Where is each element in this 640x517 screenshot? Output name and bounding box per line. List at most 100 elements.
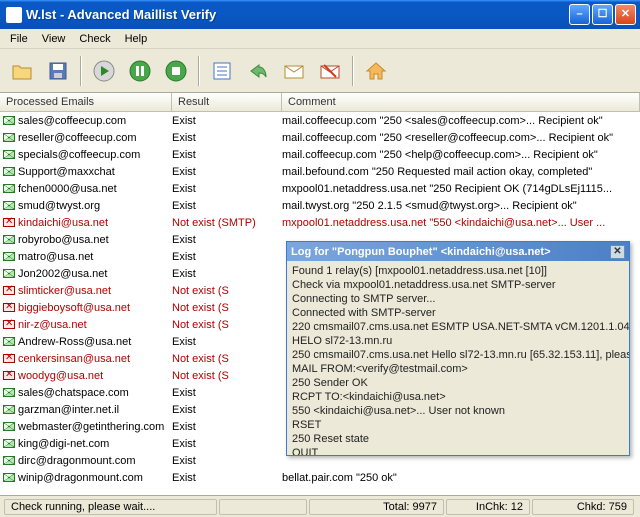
row-result: Exist	[172, 404, 282, 416]
table-row[interactable]: sales@coffeecup.comExistmail.coffeecup.c…	[0, 112, 640, 129]
row-result: Not exist (SMTP)	[172, 217, 282, 229]
menu-view[interactable]: View	[36, 31, 72, 47]
row-comment: mail.coffeecup.com "250 <sales@coffeecup…	[282, 115, 640, 127]
table-row[interactable]: reseller@coffeecup.comExistmail.coffeecu…	[0, 129, 640, 146]
log-line: Connected with SMTP-server	[292, 306, 624, 320]
window-title: W.lst - Advanced Maillist Verify	[26, 7, 569, 22]
envelope-ok-icon	[3, 388, 15, 397]
close-button[interactable]: ✕	[615, 4, 636, 25]
row-email: biggieboysoft@usa.net	[18, 302, 172, 314]
row-email: Support@maxxchat	[18, 166, 172, 178]
header-comment[interactable]: Comment	[282, 93, 640, 111]
row-result: Exist	[172, 268, 282, 280]
maximize-button[interactable]: ☐	[592, 4, 613, 25]
envelope-ok-icon	[3, 116, 15, 125]
play-button[interactable]	[88, 55, 120, 87]
row-result: Not exist (S	[172, 285, 282, 297]
log-line: QUIT	[292, 446, 624, 455]
menu-help[interactable]: Help	[119, 31, 154, 47]
row-email: specials@coffeecup.com	[18, 149, 172, 161]
row-email: sales@coffeecup.com	[18, 115, 172, 127]
row-email: smud@twyst.org	[18, 200, 172, 212]
envelope-bad-icon	[3, 320, 15, 329]
statusbar: Check running, please wait.... Total: 99…	[0, 495, 640, 517]
log-line: 550 <kindaichi@usa.net>... User not know…	[292, 404, 624, 418]
envelope-bad-icon	[3, 371, 15, 380]
table-row[interactable]: Support@maxxchatExistmail.befound.com "2…	[0, 163, 640, 180]
envelope-ok-icon	[3, 133, 15, 142]
row-result: Exist	[172, 200, 282, 212]
log-popup: Log for "Pongpun Bouphet" <kindaichi@usa…	[286, 241, 630, 456]
envelope-bad-icon	[3, 218, 15, 227]
table-row[interactable]: winip@dragonmount.comExistbellat.pair.co…	[0, 469, 640, 486]
toolbar	[0, 49, 640, 93]
row-email: reseller@coffeecup.com	[18, 132, 172, 144]
row-result: Exist	[172, 132, 282, 144]
log-button[interactable]	[206, 55, 238, 87]
stop-button[interactable]	[160, 55, 192, 87]
remove-button[interactable]	[314, 55, 346, 87]
log-popup-body: Found 1 relay(s) [mxpool01.netaddress.us…	[287, 261, 629, 455]
row-email: winip@dragonmount.com	[18, 472, 172, 484]
header-result[interactable]: Result	[172, 93, 282, 111]
row-comment: mxpool01.netaddress.usa.net "250 Recipie…	[282, 183, 640, 195]
row-email: king@digi-net.com	[18, 438, 172, 450]
row-result: Exist	[172, 472, 282, 484]
envelope-bad-icon	[3, 303, 15, 312]
home-button[interactable]	[360, 55, 392, 87]
row-email: webmaster@getinthering.com	[18, 421, 172, 433]
menubar: File View Check Help	[0, 29, 640, 49]
table-row[interactable]: fchen0000@usa.netExistmxpool01.netaddres…	[0, 180, 640, 197]
envelope-ok-icon	[3, 184, 15, 193]
row-result: Exist	[172, 336, 282, 348]
row-email: slimticker@usa.net	[18, 285, 172, 297]
envelope-ok-icon	[3, 150, 15, 159]
row-result: Not exist (S	[172, 370, 282, 382]
envelope-ok-icon	[3, 201, 15, 210]
log-line: RSET	[292, 418, 624, 432]
reply-button[interactable]	[242, 55, 274, 87]
table-row[interactable]: smud@twyst.orgExistmail.twyst.org "250 2…	[0, 197, 640, 214]
row-email: kindaichi@usa.net	[18, 217, 172, 229]
row-result: Exist	[172, 149, 282, 161]
save-button[interactable]	[42, 55, 74, 87]
row-comment: mail.coffeecup.com "250 <help@coffeecup.…	[282, 149, 640, 161]
column-headers: Processed Emails Result Comment	[0, 93, 640, 112]
envelope-ok-icon	[3, 167, 15, 176]
row-result: Not exist (S	[172, 319, 282, 331]
log-line: HELO sl72-13.mn.ru	[292, 334, 624, 348]
header-email[interactable]: Processed Emails	[0, 93, 172, 111]
envelope-ok-icon	[3, 439, 15, 448]
titlebar: W.lst - Advanced Maillist Verify – ☐ ✕	[0, 0, 640, 29]
status-chkd: Chkd: 759	[532, 499, 634, 515]
row-email: sales@chatspace.com	[18, 387, 172, 399]
row-email: dirc@dragonmount.com	[18, 455, 172, 467]
menu-check[interactable]: Check	[73, 31, 116, 47]
table-row[interactable]: specials@coffeecup.comExistmail.coffeecu…	[0, 146, 640, 163]
minimize-button[interactable]: –	[569, 4, 590, 25]
envelope-ok-icon	[3, 405, 15, 414]
envelope-ok-icon	[3, 422, 15, 431]
log-line: 250 cmsmail07.cms.usa.net Hello sl72-13.…	[292, 348, 624, 362]
mail-button[interactable]	[278, 55, 310, 87]
log-line: Check via mxpool01.netaddress.usa.net SM…	[292, 278, 624, 292]
log-line: RCPT TO:<kindaichi@usa.net>	[292, 390, 624, 404]
log-popup-titlebar[interactable]: Log for "Pongpun Bouphet" <kindaichi@usa…	[287, 242, 629, 261]
row-email: cenkersinsan@usa.net	[18, 353, 172, 365]
row-comment: mail.befound.com "250 Requested mail act…	[282, 166, 640, 178]
log-popup-title: Log for "Pongpun Bouphet" <kindaichi@usa…	[291, 246, 610, 258]
row-email: Jon2002@usa.net	[18, 268, 172, 280]
open-button[interactable]	[6, 55, 38, 87]
row-result: Exist	[172, 421, 282, 433]
status-progress	[219, 499, 307, 515]
pause-button[interactable]	[124, 55, 156, 87]
table-row[interactable]: kindaichi@usa.netNot exist (SMTP)mxpool0…	[0, 214, 640, 231]
row-comment: mail.coffeecup.com "250 <reseller@coffee…	[282, 132, 640, 144]
menu-file[interactable]: File	[4, 31, 34, 47]
log-popup-close-button[interactable]: ✕	[610, 245, 625, 259]
envelope-ok-icon	[3, 252, 15, 261]
row-comment: mxpool01.netaddress.usa.net "550 <kindai…	[282, 217, 640, 229]
envelope-bad-icon	[3, 286, 15, 295]
log-line: MAIL FROM:<verify@testmail.com>	[292, 362, 624, 376]
row-result: Not exist (S	[172, 302, 282, 314]
